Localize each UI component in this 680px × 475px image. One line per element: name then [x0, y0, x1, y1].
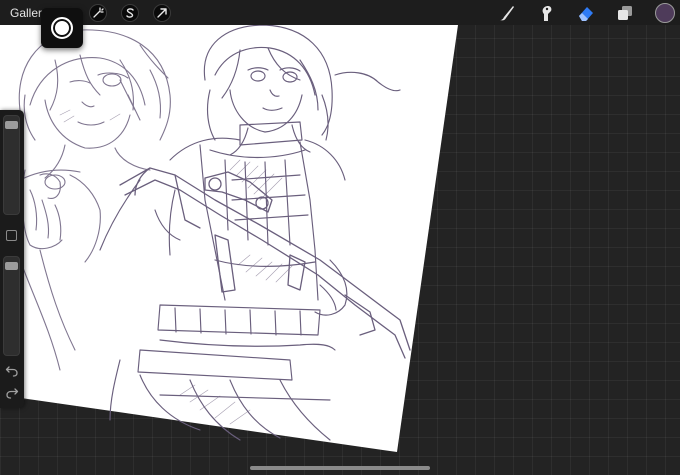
- drawing-canvas[interactable]: [0, 0, 680, 475]
- selection-s-icon[interactable]: [121, 4, 139, 22]
- brush-size-knob[interactable]: [5, 121, 18, 130]
- brush-size-slider[interactable]: [3, 115, 20, 215]
- brush-icon[interactable]: [497, 3, 517, 23]
- top-toolbar: Gallery: [0, 0, 680, 25]
- brush-preview-button[interactable]: [41, 8, 83, 48]
- modify-button[interactable]: [6, 230, 17, 241]
- adjustments-wand-icon[interactable]: [89, 4, 107, 22]
- layers-icon[interactable]: [615, 3, 635, 23]
- eraser-icon[interactable]: [576, 3, 596, 23]
- left-sidebar: [0, 110, 24, 408]
- transform-arrow-icon[interactable]: [153, 4, 171, 22]
- smudge-icon[interactable]: [537, 3, 557, 23]
- brush-opacity-knob[interactable]: [5, 262, 18, 271]
- brush-opacity-slider[interactable]: [3, 256, 20, 356]
- brush-circle-icon: [51, 17, 73, 39]
- home-indicator: [250, 466, 430, 470]
- redo-icon[interactable]: [5, 386, 19, 400]
- undo-icon[interactable]: [5, 364, 19, 378]
- color-swatch[interactable]: [655, 3, 675, 23]
